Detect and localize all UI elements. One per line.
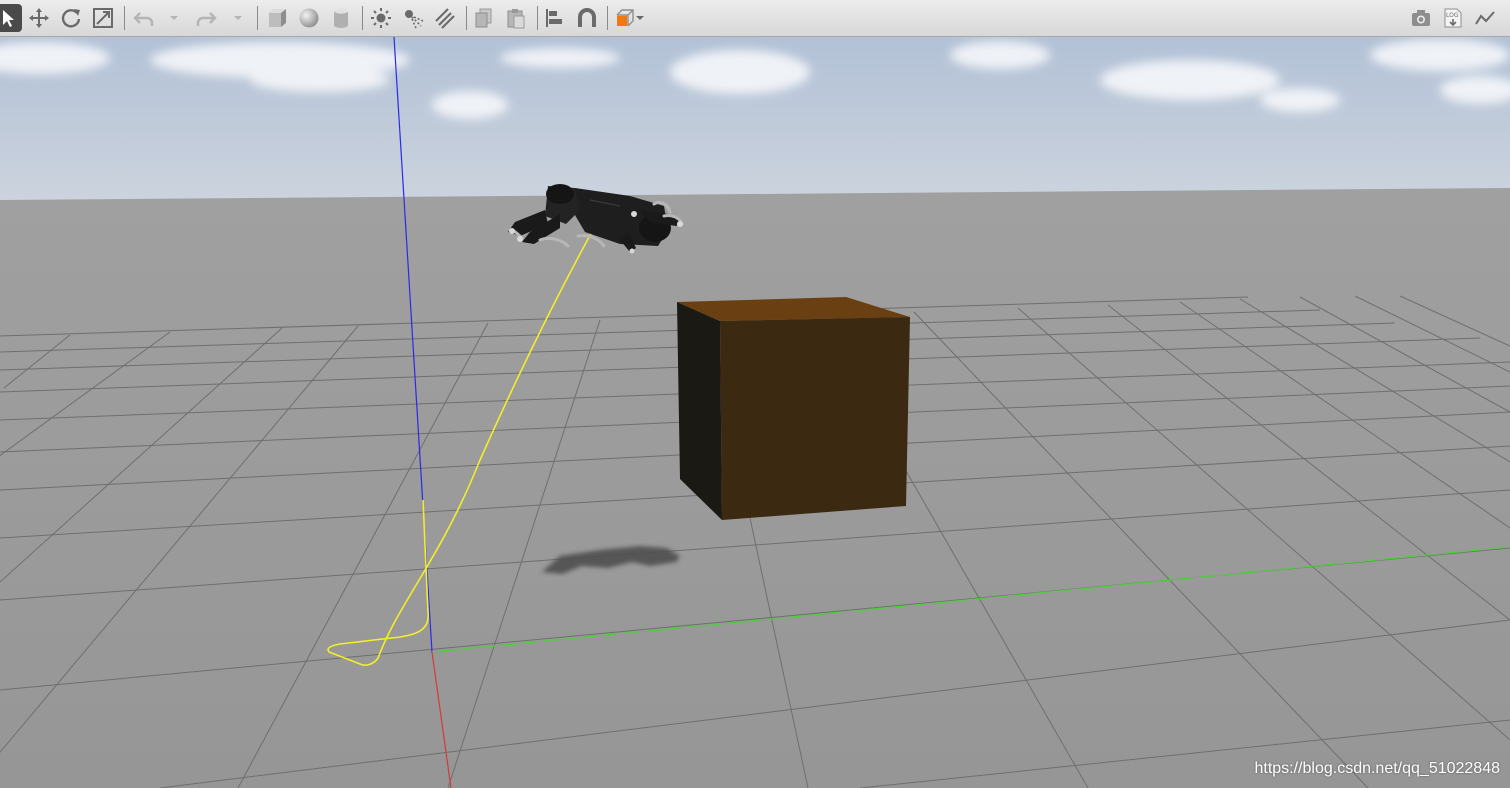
paste-icon[interactable]	[502, 4, 530, 32]
toolbar-separator	[257, 6, 258, 30]
redo-icon[interactable]	[192, 4, 220, 32]
scale-mode-icon[interactable]	[89, 4, 117, 32]
toolbar-separator	[466, 6, 467, 30]
plot-icon[interactable]	[1471, 4, 1499, 32]
undo-icon[interactable]	[130, 4, 158, 32]
cylinder-shape-icon[interactable]	[327, 4, 355, 32]
select-mode-icon[interactable]	[0, 4, 22, 32]
box-front-face	[720, 317, 910, 520]
log-icon[interactable]: LOG	[1439, 4, 1467, 32]
undo-history-dropdown-icon[interactable]	[168, 10, 180, 26]
point-light-icon[interactable]	[367, 4, 395, 32]
screenshot-icon[interactable]	[1407, 4, 1435, 32]
spot-light-icon[interactable]	[399, 4, 427, 32]
box-shape-icon[interactable]	[263, 4, 291, 32]
rotate-mode-icon[interactable]	[57, 4, 85, 32]
align-icon[interactable]	[541, 4, 569, 32]
wooden-box	[677, 297, 910, 520]
sphere-shape-icon[interactable]	[295, 4, 323, 32]
watermark-text: https://blog.csdn.net/qq_51022848	[1254, 760, 1500, 777]
sky	[0, 37, 1510, 207]
3d-viewport[interactable]	[0, 37, 1510, 788]
copy-icon[interactable]	[470, 4, 498, 32]
toolbar-separator	[124, 6, 125, 30]
toolbar: LOG	[0, 0, 1510, 37]
toolbar-separator	[362, 6, 363, 30]
snap-icon[interactable]	[573, 4, 601, 32]
toolbar-separator	[537, 6, 538, 30]
toolbar-separator	[607, 6, 608, 30]
redo-history-dropdown-icon[interactable]	[232, 10, 244, 26]
view-angle-dropdown-icon[interactable]	[634, 10, 646, 26]
log-icon-text: LOG	[1446, 12, 1459, 19]
directional-light-icon[interactable]	[431, 4, 459, 32]
translate-mode-icon[interactable]	[25, 4, 53, 32]
